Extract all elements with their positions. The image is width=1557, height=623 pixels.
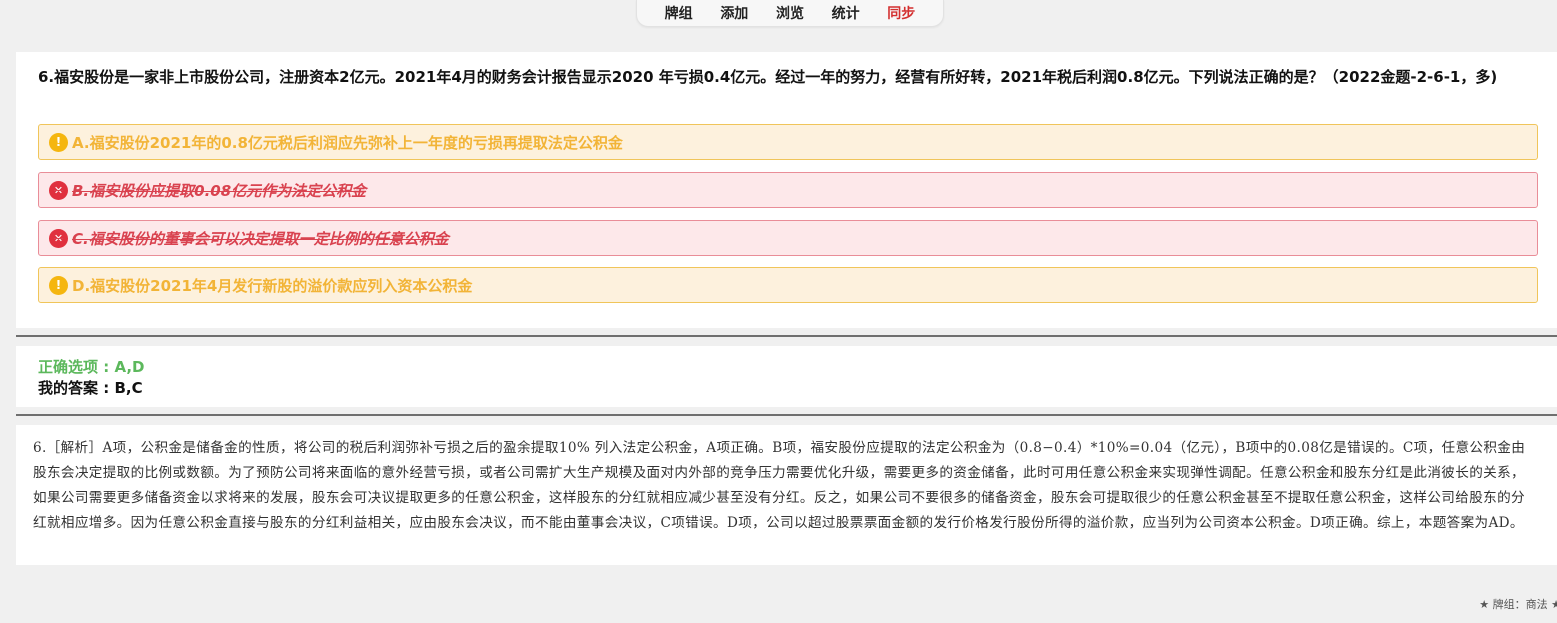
explanation-prefix: 6.［解析］	[33, 440, 103, 456]
divider	[16, 335, 1557, 337]
answer-card: 正确选项 : A,D 我的答案 : B,C	[16, 346, 1557, 407]
option-d[interactable]: ! D.福安股份2021年4月发行新股的溢价款应列入资本公积金	[38, 267, 1538, 303]
nav-add[interactable]: 添加	[720, 3, 748, 23]
option-a-label: A.福安股份2021年的0.8亿元税后利润应先弥补上一年度的亏损再提取法定公积金	[72, 133, 623, 152]
correct-label: 正确选项	[38, 358, 99, 376]
correct-value: A,D	[114, 358, 145, 376]
option-c-label: C.福安股份的董事会可以决定提取一定比例的任意公积金	[72, 229, 449, 248]
option-c[interactable]: ✕ C.福安股份的董事会可以决定提取一定比例的任意公积金	[38, 220, 1538, 256]
divider	[16, 414, 1557, 416]
nav-sync[interactable]: 同步	[887, 3, 915, 23]
top-nav-bar: 牌组 添加 浏览 统计 同步	[636, 0, 944, 27]
option-b[interactable]: ✕ B.福安股份应提取0.08亿元作为法定公积金	[38, 172, 1538, 208]
nav-decks[interactable]: 牌组	[665, 3, 693, 23]
exclamation-icon: !	[49, 275, 68, 295]
deck-footer: ★ 牌组：商法 ★	[1479, 598, 1557, 611]
correct-answer: 正确选项 : A,D	[38, 358, 145, 376]
option-d-label: D.福安股份2021年4月发行新股的溢价款应列入资本公积金	[72, 276, 473, 295]
explanation-card: 6.［解析］A项，公积金是储备金的性质，将公司的税后利润弥补亏损之后的盈余提取1…	[16, 425, 1557, 565]
nav-stats[interactable]: 统计	[832, 3, 860, 23]
explanation-text: 6.［解析］A项，公积金是储备金的性质，将公司的税后利润弥补亏损之后的盈余提取1…	[33, 436, 1533, 536]
explanation-body: A项，公积金是储备金的性质，将公司的税后利润弥补亏损之后的盈余提取10% 列入法…	[33, 440, 1526, 531]
nav-browse[interactable]: 浏览	[776, 3, 804, 23]
x-icon: ✕	[49, 228, 68, 248]
x-icon: ✕	[49, 180, 68, 200]
my-answer: 我的答案 : B,C	[38, 379, 143, 397]
mine-value: B,C	[114, 379, 143, 397]
mine-label: 我的答案	[38, 379, 99, 397]
question-card: 6.福安股份是一家非上市股份公司，注册资本2亿元。2021年4月的财务会计报告显…	[16, 52, 1557, 328]
question-text: 6.福安股份是一家非上市股份公司，注册资本2亿元。2021年4月的财务会计报告显…	[38, 68, 1498, 86]
option-b-label: B.福安股份应提取0.08亿元作为法定公积金	[72, 181, 367, 200]
exclamation-icon: !	[49, 132, 68, 152]
option-a[interactable]: ! A.福安股份2021年的0.8亿元税后利润应先弥补上一年度的亏损再提取法定公…	[38, 124, 1538, 160]
